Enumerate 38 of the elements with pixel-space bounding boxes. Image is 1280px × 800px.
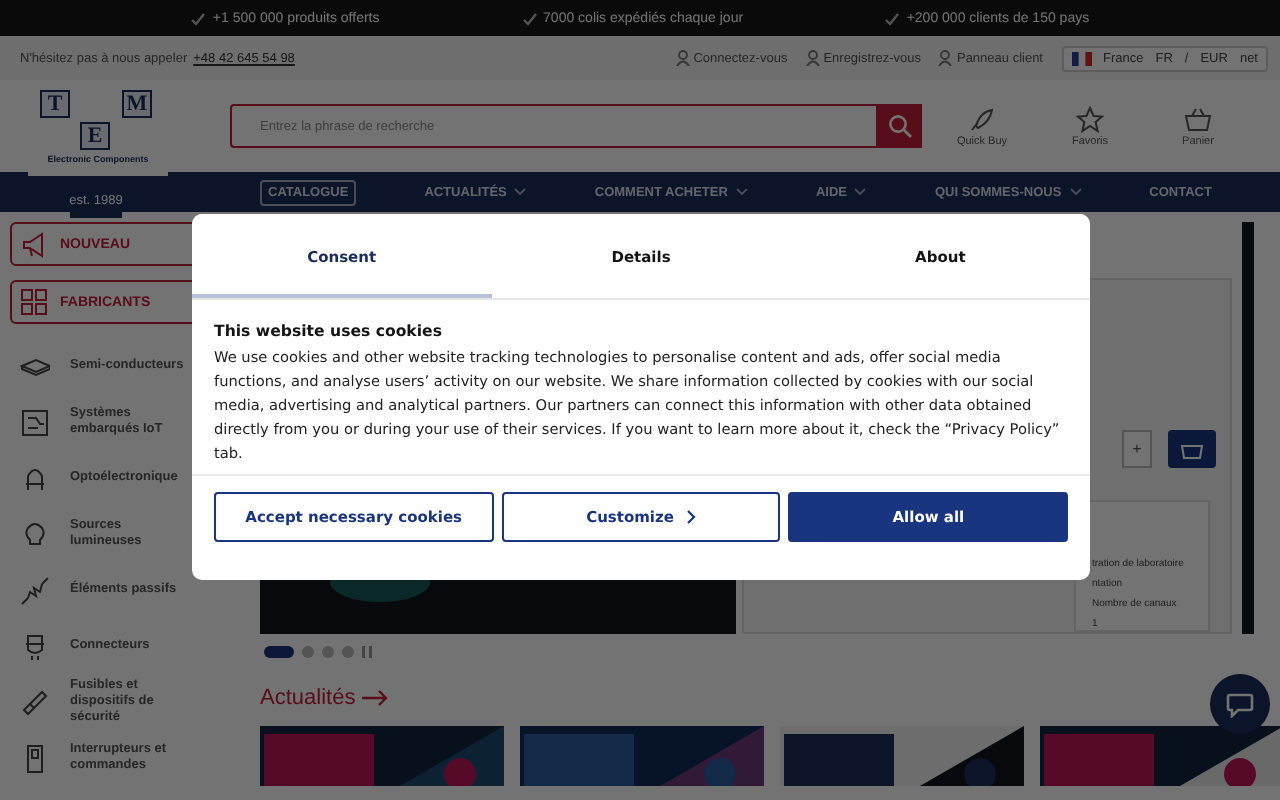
logo-letter: T: [40, 90, 70, 118]
cart-button[interactable]: [1168, 430, 1216, 468]
check-icon: [884, 11, 901, 25]
grid-icon: [20, 288, 48, 316]
carousel-dot[interactable]: [342, 646, 354, 658]
plus-button[interactable]: +: [1122, 430, 1152, 468]
user-icon: [675, 50, 690, 66]
logo-letter: E: [80, 122, 110, 150]
plug-icon: [20, 631, 50, 661]
chat-icon: [1226, 691, 1254, 717]
bulb-icon: [20, 519, 50, 549]
user-icon: [805, 50, 820, 66]
arrow-right-icon: [361, 690, 388, 706]
basket-icon: [1180, 439, 1204, 459]
chevron-down-icon: [514, 188, 527, 196]
led-icon: [20, 463, 50, 493]
search-button[interactable]: [876, 104, 922, 148]
check-icon: [521, 11, 538, 25]
chat-button[interactable]: [1210, 674, 1270, 734]
chevron-right-icon: [685, 510, 696, 524]
section-title[interactable]: Actualités: [260, 686, 356, 710]
chevron-down-icon: [1069, 188, 1082, 196]
carousel-dot[interactable]: [302, 646, 314, 658]
flag-icon: [1071, 51, 1091, 65]
logo-letter: M: [122, 90, 152, 118]
carousel-dot[interactable]: [322, 646, 334, 658]
megaphone-icon: [20, 230, 48, 258]
star-icon: [1076, 105, 1104, 133]
check-icon: [190, 11, 207, 25]
search-icon: [887, 114, 911, 138]
resistor-icon: [20, 575, 50, 605]
fuse-icon: [20, 687, 50, 717]
user-icon: [938, 50, 953, 66]
pause-icon: [362, 646, 372, 658]
basket-icon: [1184, 105, 1212, 133]
chevron-down-icon: [854, 188, 867, 196]
chevron-down-icon: [735, 188, 748, 196]
circuit-board-icon: [20, 407, 50, 437]
